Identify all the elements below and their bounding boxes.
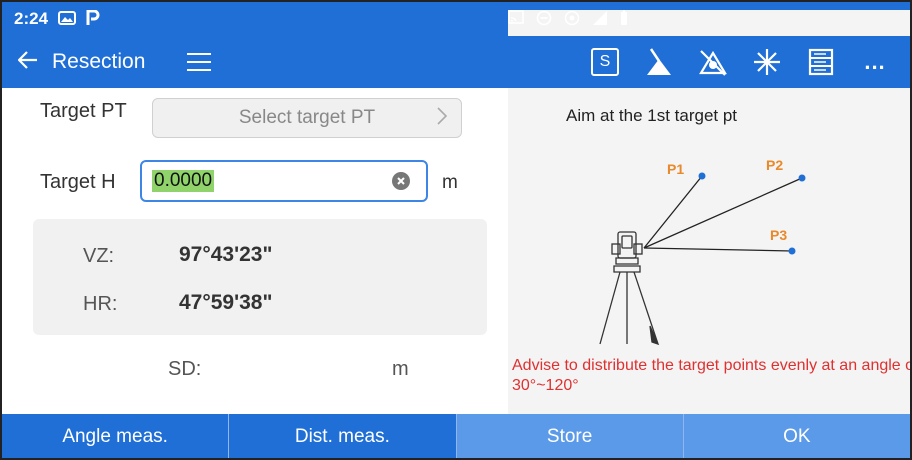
laser-button[interactable] (632, 36, 686, 88)
input-panel: Target PT Select target PT Target H 0.00… (2, 88, 508, 414)
target-h-label: Target H (40, 171, 116, 193)
p1-label: P1 (667, 161, 684, 177)
sight-line-p1 (643, 175, 703, 249)
store-button[interactable]: Store (456, 414, 684, 458)
status-bar: 2:24 (2, 2, 910, 336)
back-button[interactable] (10, 48, 46, 76)
no-prism-icon (699, 50, 727, 76)
app-window: 2:24 Resection S ... Target PT Select ta… (0, 0, 912, 460)
angle-meas-button[interactable]: Angle meas. (2, 414, 230, 458)
hr-label: HR: (83, 293, 118, 315)
target-h-unit: m (442, 172, 458, 193)
total-station-icon (599, 231, 660, 346)
target-h-value: 0.0000 (152, 170, 215, 192)
angles-panel: VZ: 97°43'23" HR: 47°59'38" (33, 219, 487, 335)
status-time: 2:24 (14, 9, 49, 28)
p2-label: P2 (766, 157, 783, 173)
sight-line-p3 (643, 247, 793, 252)
select-target-pt-button[interactable]: Select target PT (152, 98, 462, 138)
list-button[interactable] (794, 36, 848, 88)
sd-label: SD: (168, 358, 202, 380)
sd-unit: m (392, 358, 409, 380)
target-pt-row: Target PT (40, 100, 127, 123)
no-prism-button[interactable] (686, 36, 740, 88)
target-point-p2 (798, 174, 806, 182)
guide-panel: Aim at the 1st target pt P1 P2 P3 Advise… (508, 88, 910, 414)
dist-meas-button[interactable]: Dist. meas. (229, 414, 457, 458)
page-title: Resection (52, 50, 146, 73)
p-icon (86, 9, 100, 29)
more-icon: ... (864, 49, 886, 74)
s-button[interactable]: S (578, 36, 632, 88)
target-point-p1 (698, 172, 706, 180)
chevron-right-icon (437, 107, 448, 131)
clear-input-icon[interactable] (392, 172, 410, 190)
p3-label: P3 (770, 227, 787, 243)
target-point-p3 (788, 247, 796, 255)
select-target-pt-text: Select target PT (238, 107, 376, 128)
back-arrow-icon (17, 51, 37, 69)
s-label: S (591, 48, 619, 76)
resection-diagram: P1 P2 P3 (599, 157, 806, 346)
laser-icon (647, 48, 671, 75)
ok-button[interactable]: OK (683, 414, 910, 458)
more-button[interactable]: ... (848, 36, 902, 88)
bottom-action-bar: Angle meas. Dist. meas. Store OK (2, 414, 910, 458)
hr-value: 47°59'38" (179, 291, 273, 314)
vz-label: VZ: (83, 245, 115, 267)
hamburger-menu-icon[interactable] (187, 53, 212, 71)
advise-text: Advise to distribute the target points e… (512, 357, 910, 394)
star-button[interactable] (740, 36, 794, 88)
aim-instruction: Aim at the 1st target pt (566, 106, 738, 125)
toolbar: S ... (578, 36, 902, 88)
app-bar: Resection S ... (2, 36, 910, 88)
star-icon (754, 49, 780, 75)
vz-value: 97°43'23" (179, 243, 273, 266)
gallery-icon (58, 10, 77, 28)
target-h-input[interactable]: 0.0000 (140, 160, 428, 202)
list-icon (808, 48, 834, 76)
target-pt-label: Target PT (40, 100, 127, 122)
